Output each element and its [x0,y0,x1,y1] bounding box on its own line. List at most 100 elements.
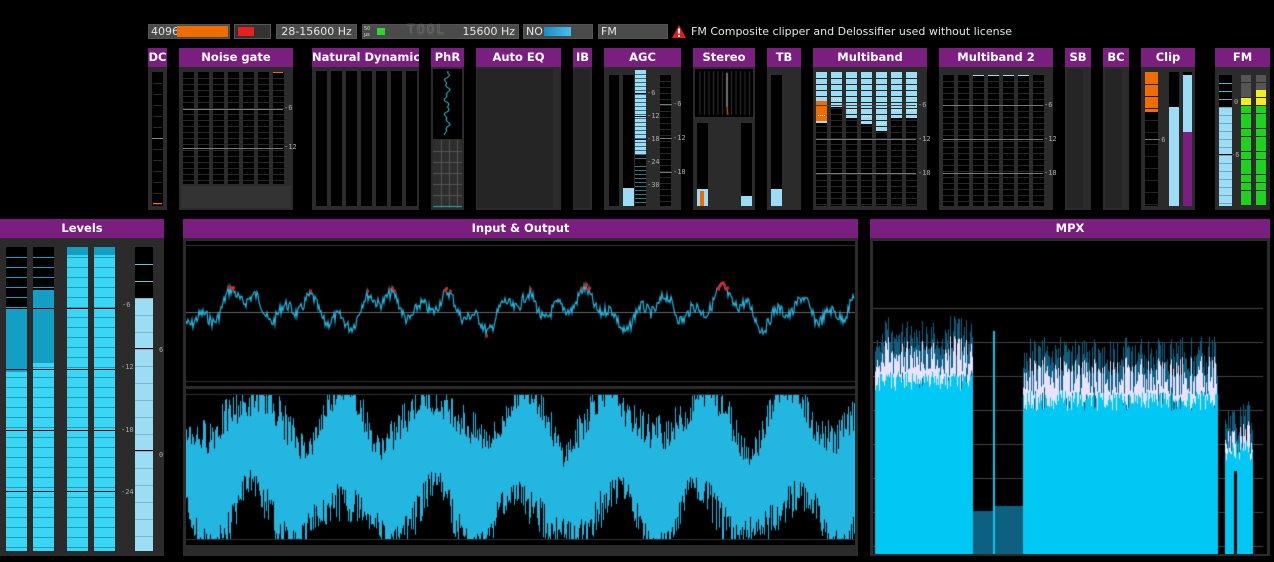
clip-output-meter-fill [1169,107,1179,206]
panel-fm[interactable]: FM 0 -6 [1215,48,1270,210]
segment-line [1219,203,1232,204]
segment-line [906,102,917,103]
segment-line [1018,93,1029,94]
segment-line [135,281,153,282]
segment-line [846,96,857,97]
segment-line [273,102,284,103]
segment-line [846,120,857,121]
segment-line [198,168,209,169]
segment-line [876,84,887,85]
segment-line [846,132,857,133]
segment-line [213,162,224,163]
segment-line [846,144,857,145]
segment-line [6,477,27,478]
segment-line [891,108,902,109]
segment-line [846,102,857,103]
segment-line [906,192,917,193]
panel-sb[interactable]: SB [1065,48,1091,210]
panel-auto-eq[interactable]: Auto EQ [476,48,561,210]
segment-line [943,153,954,154]
segment-line [861,132,872,133]
fm-led-segment [1241,144,1251,151]
panel-multiband-2[interactable]: Multiband 2 -6 -12 -18 [939,48,1057,210]
segment-line [1003,195,1014,196]
segment-line [33,517,54,518]
buffer-size-value: 4096 [151,25,179,38]
segment-line [6,517,27,518]
gr-marker [1003,75,1014,76]
segment-line [1033,159,1044,160]
segment-line [213,156,224,157]
segment-line [33,487,54,488]
segment-line [183,126,194,127]
segment-line [1219,195,1232,196]
segment-line [258,102,269,103]
segment-line [816,150,827,151]
segment-line [183,168,194,169]
segment-line [243,78,254,79]
panel-natural-dynamics[interactable]: Natural Dynamics [312,48,419,210]
panel-clip[interactable]: Clip -6 [1141,48,1195,210]
panel-levels[interactable]: Levels -6 -12 -18 -24 6 0 [0,219,164,556]
panel-dc[interactable]: DC [148,48,167,210]
segment-line [273,78,284,79]
segment-line [228,84,239,85]
segment-line [33,267,54,268]
panel-bc[interactable]: BC [1103,48,1129,210]
panel-multiband[interactable]: Multiband -6 -12 -18 [813,48,931,210]
segment-line [1145,192,1158,193]
levels-composite-meter [135,247,153,551]
segment-line [67,297,88,298]
segment-line [153,193,162,194]
segment-line [1018,153,1029,154]
segment-line [94,477,115,478]
segment-line [846,168,857,169]
panel-noise-gate[interactable]: Noise gate -6 -12 [179,48,297,210]
tick-label: -6 [284,104,293,112]
panel-phr[interactable]: PhR [431,48,464,210]
segment-line [988,123,999,124]
segment-line [6,447,27,448]
panel-input-output[interactable]: Input & Output [183,219,858,556]
clip-gr-meter-gr [1145,72,1158,112]
segment-line [183,102,194,103]
sb-area [1067,69,1083,208]
segment-line [1145,168,1158,169]
fm-led-segment [1241,160,1251,167]
levels-input-meter [33,247,54,551]
tick-label: -30 [647,181,660,189]
segment-line [635,154,646,155]
grid-line-minus12 [816,139,916,140]
panel-agc[interactable]: AGC -6 -12 -18 -24 -30 -6 -12 -18 [604,48,686,210]
segment-line [183,78,194,79]
segment-line [273,132,284,133]
segment-line [973,129,984,130]
segment-line [94,457,115,458]
panel-mpx[interactable]: MPX [870,219,1270,556]
segment-line [198,84,209,85]
levels-output-meter [94,247,115,551]
segment-line [906,96,917,97]
segment-line [831,78,842,79]
segment-line [258,144,269,145]
license-warning[interactable]: FM Composite clipper and Delossifier use… [672,24,1012,39]
panel-stereo[interactable]: Stereo [693,48,755,210]
segment-line [273,84,284,85]
segment-line [1003,165,1014,166]
segment-line [846,114,857,115]
segment-line [831,102,842,103]
segment-line [891,174,902,175]
segment-line [198,132,209,133]
panel-tb[interactable]: TB [767,48,801,210]
multiband-band-orange [816,101,827,121]
segment-line [635,158,646,159]
segment-line [988,81,999,82]
segment-line [943,117,954,118]
segment-line [228,132,239,133]
segment-line [846,192,857,193]
tick-label: -12 [918,135,931,143]
panel-ib[interactable]: IB [573,48,592,210]
segment-line [67,427,88,428]
dotted-target-marker [863,116,870,117]
segment-line [1219,91,1232,92]
